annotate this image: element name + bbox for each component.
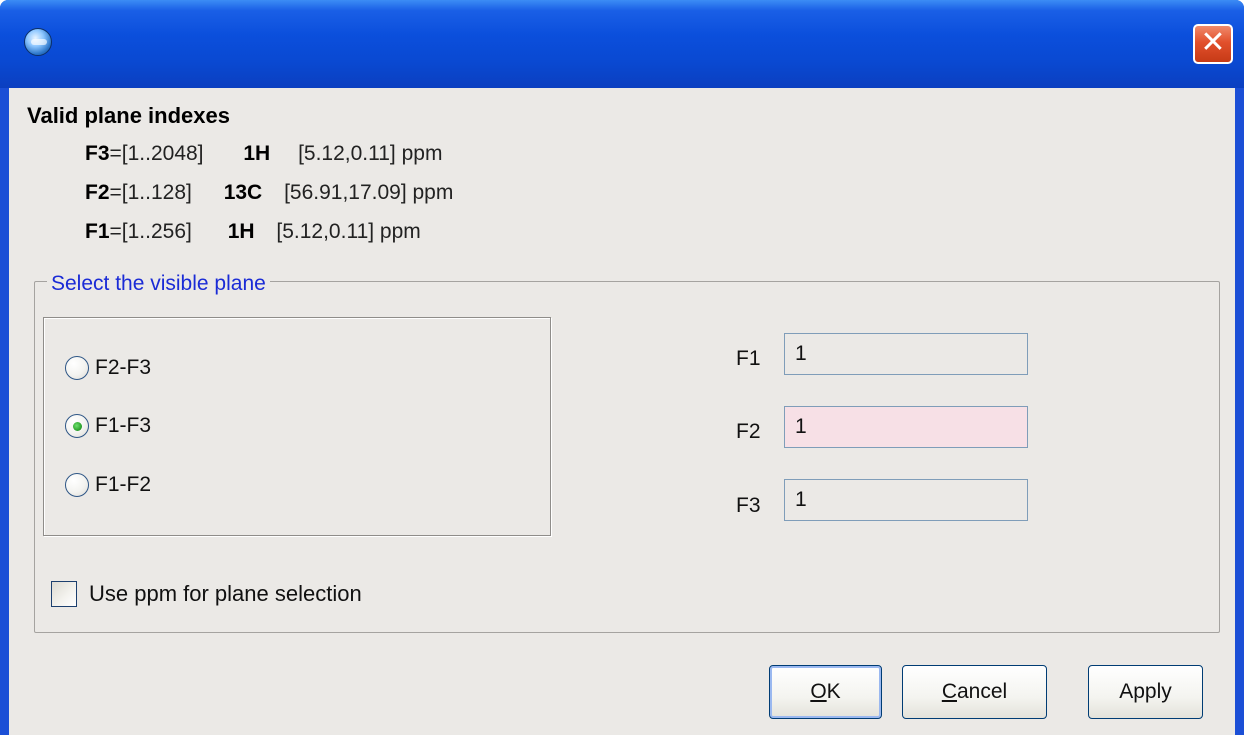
radio-label: F2-F3 <box>95 356 152 379</box>
f1-field-label: F1 <box>736 347 761 370</box>
nmr-globe-icon <box>24 28 52 56</box>
f2-field-label: F2 <box>736 420 761 443</box>
nucleus-label: 13C <box>223 181 263 204</box>
close-button[interactable]: ✕ <box>1193 24 1233 64</box>
radio-option-f1-f2[interactable]: F1-F2 <box>65 470 151 500</box>
apply-button[interactable]: Apply <box>1088 665 1203 719</box>
radio-label: F1-F3 <box>95 414 152 437</box>
use-ppm-label: Use ppm for plane selection <box>89 581 362 606</box>
use-ppm-checkbox[interactable] <box>51 581 77 607</box>
ok-button[interactable]: OK <box>769 665 882 719</box>
nucleus-label: 1H <box>243 142 271 165</box>
radio-label: F1-F2 <box>95 473 152 496</box>
title-bar[interactable]: ✕ <box>0 0 1244 88</box>
ppm-range: [5.12,0.11] ppm <box>276 220 421 243</box>
ok-label-rest: K <box>826 680 841 703</box>
info-line-f1: F1=[1..256] 1H [5.12,0.11] ppm <box>85 220 421 244</box>
index-range: =[1..128] <box>109 181 192 204</box>
radio-button-selected[interactable] <box>65 414 89 438</box>
dim-label: F2 <box>85 181 110 204</box>
use-ppm-option[interactable]: Use ppm for plane selection <box>51 579 362 609</box>
radio-option-f2-f3[interactable]: F2-F3 <box>65 353 151 383</box>
ok-mnemonic: O <box>810 680 827 703</box>
ppm-range: [56.91,17.09] ppm <box>284 181 454 204</box>
info-line-f3: F3=[1..2048] 1H [5.12,0.11] ppm <box>85 142 442 166</box>
valid-indexes-heading: Valid plane indexes <box>27 103 230 128</box>
radio-button[interactable] <box>65 356 89 380</box>
nucleus-label: 1H <box>227 220 255 243</box>
cancel-mnemonic: C <box>941 680 957 703</box>
f1-index-field[interactable] <box>784 333 1028 375</box>
info-line-f2: F2=[1..128] 13C [56.91,17.09] ppm <box>85 181 453 205</box>
visible-plane-group-title: Select the visible plane <box>47 272 270 296</box>
f3-index-field[interactable] <box>784 479 1028 521</box>
f2-index-field[interactable] <box>784 406 1028 448</box>
radio-option-f1-f3[interactable]: F1-F3 <box>65 411 151 441</box>
radio-button[interactable] <box>65 473 89 497</box>
f3-field-label: F3 <box>736 494 761 517</box>
dialog-window: ✕ Valid plane indexes F3=[1..2048] 1H [5… <box>0 0 1244 735</box>
close-icon: ✕ <box>1200 25 1226 60</box>
index-range: =[1..2048] <box>109 142 204 165</box>
cancel-button[interactable]: Cancel <box>902 665 1047 719</box>
cancel-label-rest: ancel <box>956 680 1008 703</box>
dim-label: F3 <box>85 142 110 165</box>
dim-label: F1 <box>85 220 110 243</box>
ppm-range: [5.12,0.11] ppm <box>298 142 443 165</box>
dialog-content: Valid plane indexes F3=[1..2048] 1H [5.1… <box>9 88 1235 735</box>
index-range: =[1..256] <box>109 220 192 243</box>
